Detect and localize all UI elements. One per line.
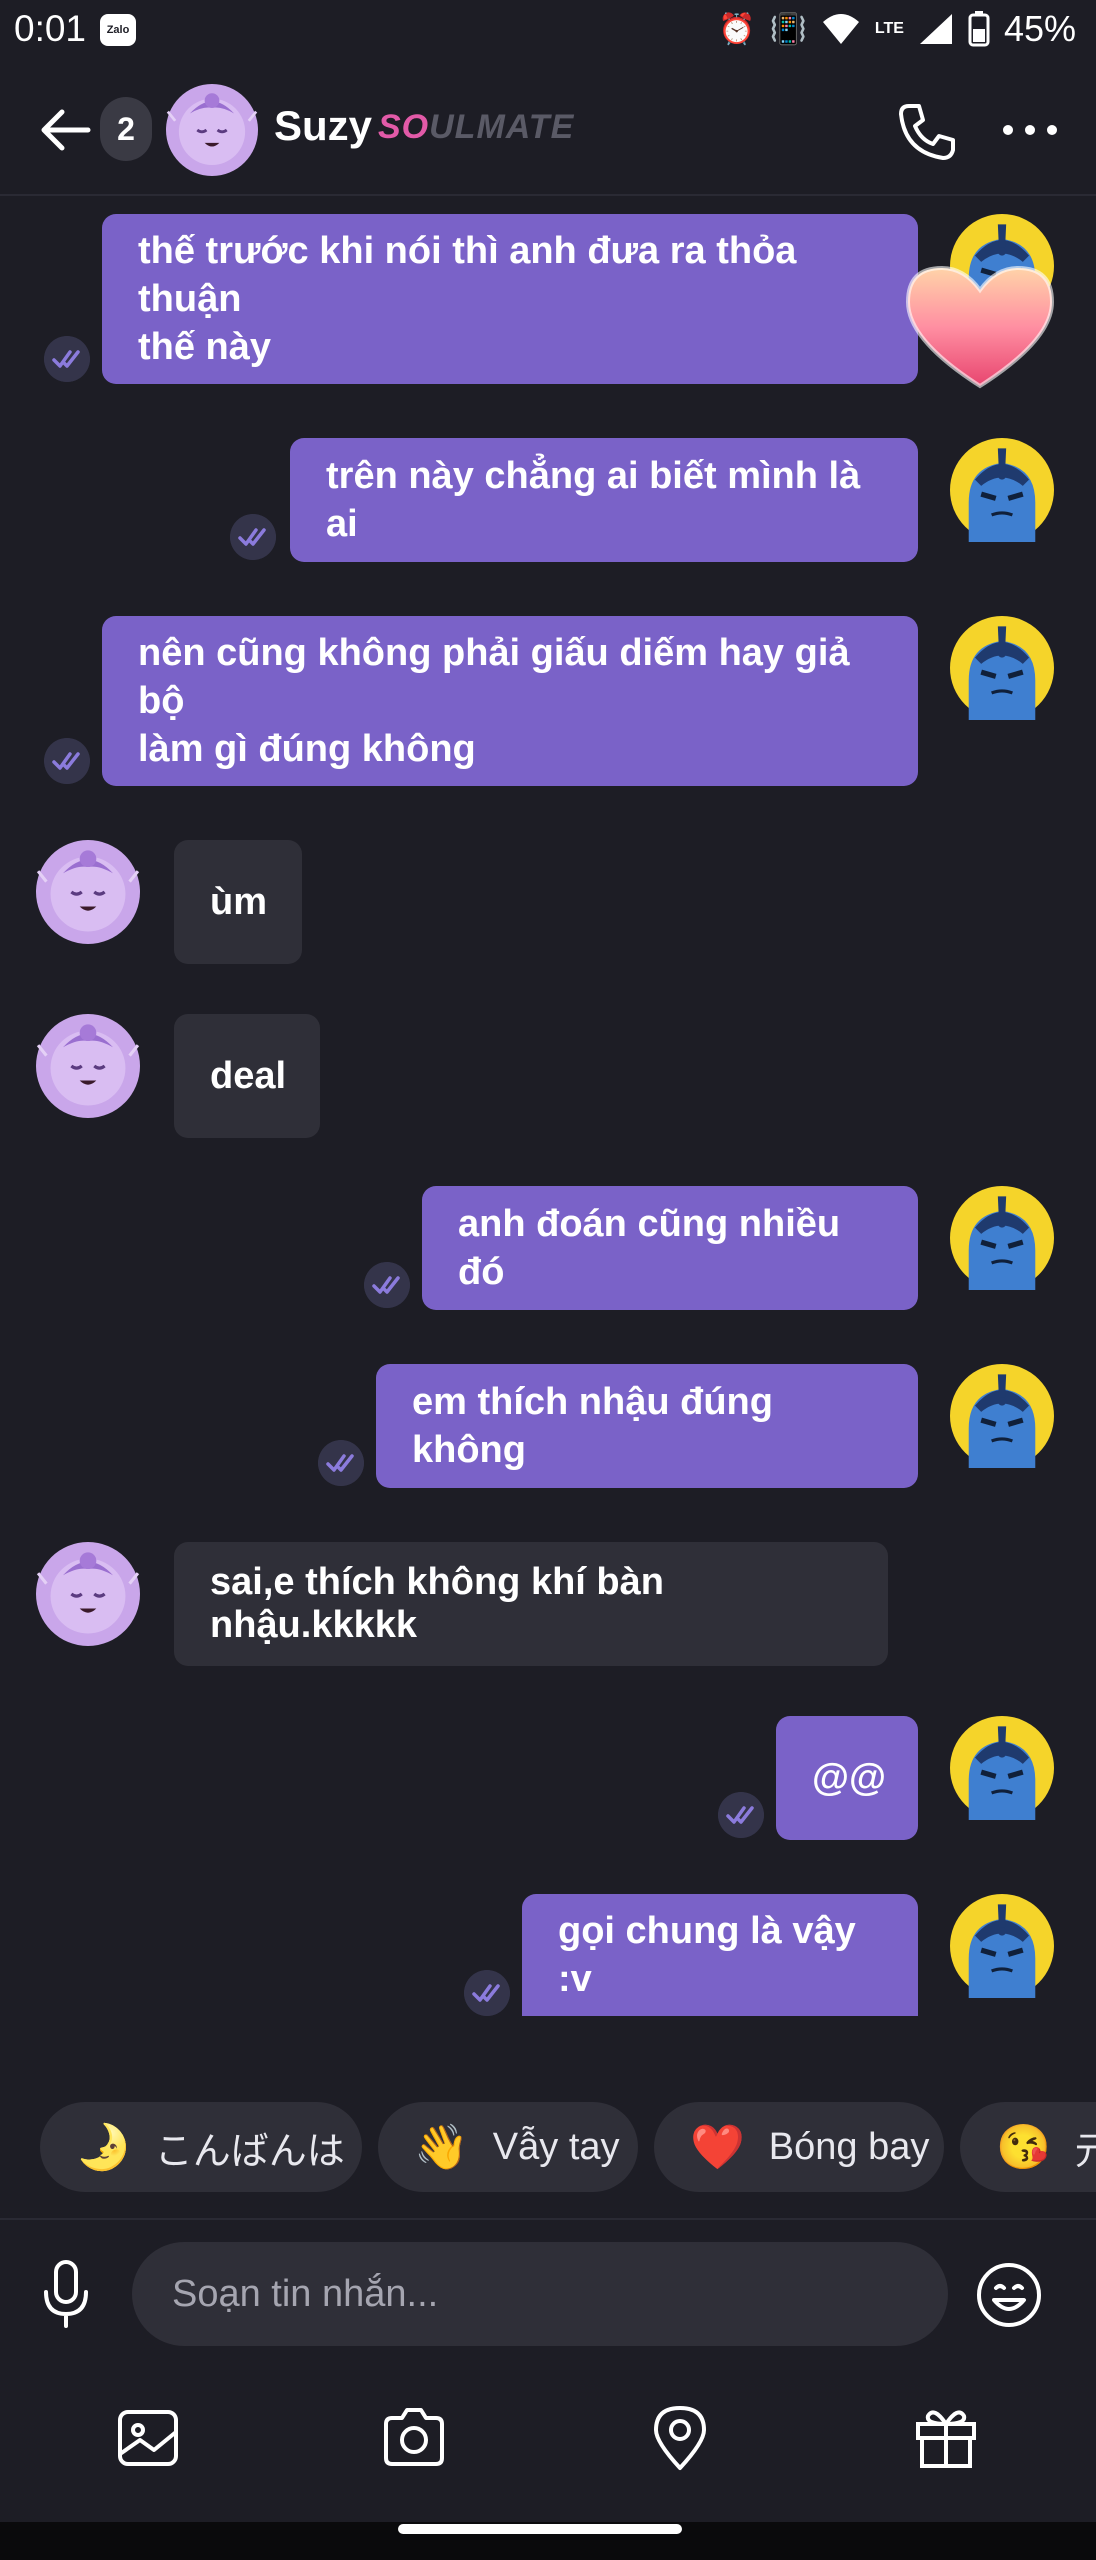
- message-input[interactable]: Soạn tin nhắn...: [132, 2242, 948, 2346]
- contact-avatar[interactable]: [36, 1014, 140, 1118]
- contact-avatar[interactable]: [36, 1542, 140, 1646]
- battery-percent: 45%: [1003, 8, 1076, 49]
- arrow-left-icon[interactable]: [34, 100, 94, 160]
- my-avatar[interactable]: [950, 1716, 1054, 1820]
- quick-reply-chip[interactable]: 🌛 こんばんは: [40, 2102, 362, 2192]
- signal-icon: [919, 14, 952, 44]
- soulmate-badge: SOULMATE: [378, 108, 574, 147]
- heart-icon: ❤️: [690, 2123, 745, 2172]
- read-receipt-icon: [364, 1262, 410, 1308]
- read-receipt-icon: [318, 1440, 364, 1486]
- chat-header: 2 Suzy SOULMATE: [0, 64, 1096, 196]
- location-pin-icon[interactable]: [644, 2402, 716, 2474]
- outgoing-message[interactable]: gọi chung là vậy :v: [522, 1894, 918, 2016]
- message-line: deal: [210, 1054, 287, 1097]
- read-receipt-icon: [44, 738, 90, 784]
- message-line: làm gì đúng không: [138, 728, 476, 770]
- incoming-message[interactable]: deal: [174, 1014, 320, 1138]
- soulmate-badge-suffix: ULMATE: [429, 108, 575, 146]
- message-line: anh đoán cũng nhiều đó: [458, 1203, 841, 1293]
- microphone-icon[interactable]: [36, 2258, 96, 2330]
- my-avatar[interactable]: [950, 438, 1054, 542]
- message-line: thế này: [138, 326, 272, 368]
- incoming-message[interactable]: sai,e thích không khí bàn nhậu.kkkkk: [174, 1542, 888, 1666]
- moon-icon: 🌛: [76, 2123, 131, 2172]
- vibrate-icon: 📳: [769, 12, 807, 46]
- zalo-notification-icon: Zalo: [100, 14, 136, 46]
- message-line: ùm: [210, 880, 267, 923]
- message-line: nên cũng không phải giấu diếm hay giả bộ: [138, 632, 850, 722]
- read-receipt-icon: [230, 514, 276, 560]
- incoming-message[interactable]: ùm: [174, 840, 302, 964]
- message-line: thế trước khi nói thì anh đưa ra thỏa th…: [138, 230, 797, 320]
- battery-icon: [968, 11, 990, 47]
- status-time: 0:01: [14, 8, 87, 49]
- outgoing-message[interactable]: nên cũng không phải giấu diếm hay giả bộ…: [102, 616, 918, 786]
- image-icon[interactable]: [112, 2402, 184, 2474]
- composer: Soạn tin nhắn...: [0, 2218, 1096, 2542]
- outgoing-message[interactable]: @@: [776, 1716, 918, 1840]
- smiley-icon[interactable]: [974, 2260, 1044, 2330]
- more-horizontal-icon[interactable]: [1000, 110, 1060, 150]
- read-receipt-icon: [464, 1970, 510, 2016]
- outgoing-message[interactable]: trên này chẳng ai biết mình là ai: [290, 438, 918, 562]
- outgoing-message[interactable]: em thích nhậu đúng không: [376, 1364, 918, 1488]
- my-avatar[interactable]: [950, 1364, 1054, 1468]
- message-line: trên này chẳng ai biết mình là ai: [326, 455, 861, 545]
- message-line: @@: [812, 1757, 887, 1799]
- kiss-icon: 😘: [996, 2123, 1051, 2172]
- chip-label: Bóng bay: [768, 2125, 930, 2168]
- wifi-icon: [822, 14, 859, 44]
- gift-icon[interactable]: [910, 2402, 982, 2474]
- phone-icon[interactable]: [895, 100, 959, 164]
- contact-avatar[interactable]: [36, 840, 140, 944]
- home-indicator[interactable]: [398, 2524, 682, 2534]
- wave-icon: 👋: [414, 2123, 469, 2172]
- quick-reply-chip[interactable]: 😘 元: [960, 2102, 1096, 2192]
- read-receipt-icon: [44, 336, 90, 382]
- message-line: gọi chung là vậy :v: [558, 1910, 856, 2000]
- chip-label: 元: [1074, 2130, 1096, 2173]
- message-list[interactable]: thế trước khi nói thì anh đưa ra thỏa th…: [0, 196, 1096, 2016]
- camera-icon[interactable]: [378, 2402, 450, 2474]
- status-right: ⏰ 📳 LTE 45%: [718, 8, 1076, 50]
- quick-reply-chip[interactable]: ❤️ Bóng bay: [654, 2102, 944, 2192]
- alarm-icon: ⏰: [718, 12, 756, 46]
- message-line: sai,e thích không khí bàn nhậu.kkkkk: [210, 1561, 664, 1646]
- unread-count-badge: 2: [100, 97, 152, 161]
- my-avatar[interactable]: [950, 616, 1054, 720]
- outgoing-message[interactable]: anh đoán cũng nhiều đó: [422, 1186, 918, 1310]
- network-label: LTE: [874, 20, 904, 37]
- contact-avatar[interactable]: [166, 84, 258, 176]
- read-receipt-icon: [718, 1792, 764, 1838]
- quick-reply-chip[interactable]: 👋 Vẫy tay: [378, 2102, 638, 2192]
- soulmate-badge-prefix: SO: [378, 108, 430, 146]
- outgoing-message[interactable]: thế trước khi nói thì anh đưa ra thỏa th…: [102, 214, 918, 384]
- contact-name[interactable]: Suzy: [274, 102, 372, 150]
- status-bar: 0:01 Zalo ⏰ 📳 LTE 45%: [0, 0, 1096, 64]
- message-line: em thích nhậu đúng không: [412, 1381, 773, 1471]
- chip-label: こんばんは: [154, 2130, 345, 2173]
- my-avatar[interactable]: [950, 1186, 1054, 1290]
- my-avatar[interactable]: [950, 1894, 1054, 1998]
- chip-label: Vẫy tay: [492, 2125, 620, 2168]
- heart-reaction-icon: [905, 265, 1055, 389]
